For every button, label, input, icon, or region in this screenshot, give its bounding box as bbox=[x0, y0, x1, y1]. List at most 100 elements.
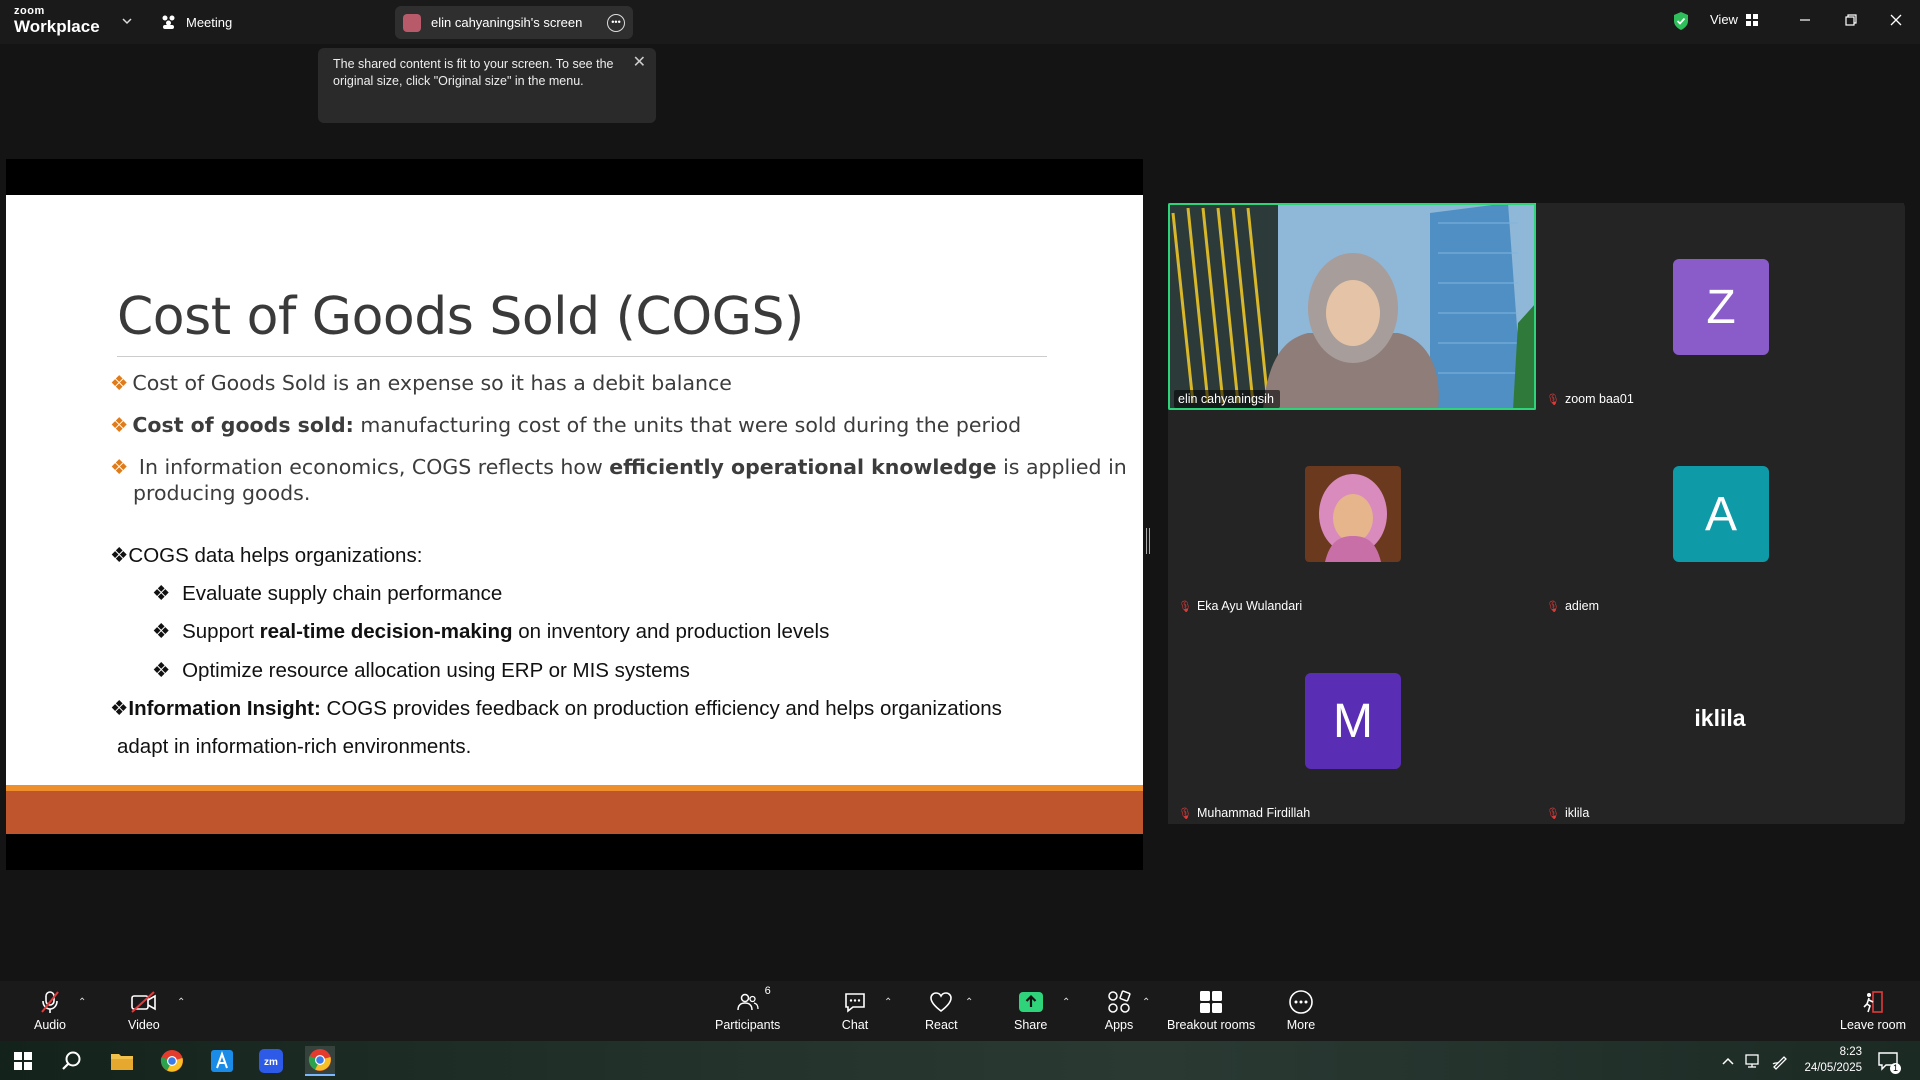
participants-button[interactable]: 6 Participants bbox=[715, 985, 780, 1032]
video-off-icon bbox=[131, 991, 156, 1013]
sub-bullet-1-text: Evaluate supply chain performance bbox=[182, 582, 503, 605]
avatar: M bbox=[1305, 673, 1401, 769]
network-icon[interactable] bbox=[1738, 1046, 1768, 1076]
sharer-avatar bbox=[403, 13, 421, 32]
chat-button[interactable]: Chat bbox=[840, 989, 870, 1032]
diamond-bullet-icon: ❖ bbox=[152, 620, 171, 643]
brand-bottom: Workplace bbox=[14, 17, 100, 36]
meeting-button[interactable]: Meeting bbox=[160, 10, 232, 34]
avatar-photo bbox=[1305, 466, 1401, 562]
bullet-3-text-a: In information economics, COGS reflects … bbox=[138, 455, 610, 479]
sub-bullet-3: ❖ Optimize resource allocation using ERP… bbox=[152, 658, 690, 684]
chrome-active-icon[interactable] bbox=[305, 1046, 335, 1076]
mic-muted-icon: 🎙︎ bbox=[1546, 807, 1560, 820]
azure-app-icon[interactable] bbox=[207, 1046, 237, 1076]
sub-bullet-2-bold: real-time decision-making bbox=[259, 620, 513, 643]
apps-label: Apps bbox=[1104, 1018, 1134, 1032]
apps-options-caret-icon[interactable]: ⌃ bbox=[1142, 997, 1150, 1008]
chat-label: Chat bbox=[841, 1018, 869, 1032]
participant-name-tag: 🎙︎ Muhammad Firdillah bbox=[1174, 804, 1316, 822]
breakout-rooms-button[interactable]: Breakout rooms bbox=[1167, 989, 1255, 1032]
bullet-2-text: manufacturing cost of the units that wer… bbox=[353, 413, 1022, 437]
restore-icon[interactable] bbox=[1841, 10, 1861, 30]
participant-tile[interactable]: 🎙︎ Eka Ayu Wulandari bbox=[1168, 410, 1536, 617]
video-options-caret-icon[interactable]: ⌃ bbox=[177, 997, 185, 1008]
mic-muted-icon bbox=[41, 991, 59, 1013]
diamond-bullet-icon: ❖ bbox=[152, 659, 171, 682]
participant-name: adiem bbox=[1564, 599, 1600, 613]
share-button[interactable]: Share bbox=[1014, 989, 1047, 1032]
share-options-caret-icon[interactable]: ⌃ bbox=[1062, 997, 1070, 1008]
windows-start-icon[interactable] bbox=[8, 1046, 38, 1076]
bullet-2: ❖ Cost of goods sold: manufacturing cost … bbox=[110, 412, 1021, 438]
participant-tile[interactable]: iklila 🎙︎ iklila bbox=[1536, 617, 1904, 824]
bullet-3-text-b: is applied in bbox=[996, 455, 1127, 479]
participant-tile[interactable]: A 🎙︎ adiem bbox=[1536, 410, 1904, 617]
view-label: View bbox=[1710, 12, 1738, 27]
diamond-bullet-icon: ❖ bbox=[110, 413, 129, 437]
bullet-5-line2: adapt in information-rich environments. bbox=[117, 735, 472, 758]
participant-tile[interactable]: Z 🎙︎ zoom baa01 bbox=[1536, 203, 1904, 410]
resize-handle[interactable] bbox=[1146, 528, 1150, 554]
sub-bullet-3-text: Optimize resource allocation using ERP o… bbox=[182, 659, 690, 682]
participants-icon bbox=[736, 993, 759, 1011]
svg-text:zm: zm bbox=[264, 1057, 278, 1068]
zoom-app-icon[interactable]: zm bbox=[256, 1046, 286, 1076]
participant-name: iklila bbox=[1564, 806, 1590, 820]
bullet-4: ❖COGS data helps organizations: bbox=[110, 543, 422, 569]
active-speaker-border bbox=[1168, 203, 1536, 410]
apps-icon bbox=[1108, 990, 1131, 1013]
sub-bullet-2: ❖ Support real-time decision-making on i… bbox=[152, 619, 829, 645]
shared-screen-pill[interactable]: elin cahyaningsih's screen ••• bbox=[395, 6, 633, 39]
title-rule bbox=[117, 356, 1047, 357]
participant-tile[interactable]: M 🎙︎ Muhammad Firdillah bbox=[1168, 617, 1536, 824]
diamond-bullet-icon: ❖ bbox=[110, 697, 129, 720]
audio-options-caret-icon[interactable]: ⌃ bbox=[78, 997, 86, 1008]
react-button[interactable]: React bbox=[925, 989, 958, 1032]
bullet-3-line2: producing goods. bbox=[133, 481, 311, 505]
clock-time: 8:23 bbox=[1839, 1046, 1862, 1058]
bullet-3-bold: efficiently operational knowledge bbox=[609, 455, 997, 479]
diamond-bullet-icon: ❖ bbox=[152, 582, 171, 605]
bullet-1: ❖ Cost of Goods Sold is an expense so it … bbox=[110, 370, 732, 396]
search-icon[interactable] bbox=[57, 1046, 87, 1076]
close-icon[interactable]: ✕ bbox=[633, 54, 646, 71]
system-clock[interactable]: 8:23 24/05/2025 bbox=[1790, 1044, 1862, 1076]
more-icon bbox=[1289, 990, 1313, 1014]
avatar: A bbox=[1673, 466, 1769, 562]
share-screen-icon bbox=[1018, 992, 1043, 1012]
participant-tile-video[interactable]: elin cahyaningsih bbox=[1168, 203, 1536, 410]
shared-screen-label: elin cahyaningsih's screen bbox=[431, 15, 583, 30]
sub-bullet-1: ❖ Evaluate supply chain performance bbox=[152, 581, 502, 607]
breakout-rooms-label: Breakout rooms bbox=[1167, 1018, 1256, 1032]
chevron-down-icon[interactable] bbox=[120, 14, 134, 28]
file-explorer-icon[interactable] bbox=[107, 1046, 137, 1076]
more-button[interactable]: More bbox=[1286, 989, 1316, 1032]
mic-muted-icon: 🎙︎ bbox=[1546, 393, 1560, 406]
breakout-rooms-icon bbox=[1200, 991, 1223, 1013]
chat-options-caret-icon[interactable]: ⌃ bbox=[884, 997, 892, 1008]
bullet-5: ❖Information Insight: COGS provides feed… bbox=[110, 696, 1002, 722]
close-icon[interactable] bbox=[1886, 10, 1906, 30]
minimize-icon[interactable] bbox=[1795, 10, 1815, 30]
meeting-toolbar: Audio ⌃ Video ⌃ 6 Participants Chat ⌃ Re… bbox=[0, 981, 1920, 1041]
presentation-slide: Cost of Goods Sold (COGS) ❖ Cost of Goods… bbox=[6, 195, 1143, 785]
apps-button[interactable]: Apps bbox=[1104, 989, 1134, 1032]
bullet-4-text: COGS data helps organizations: bbox=[128, 544, 423, 567]
react-options-caret-icon[interactable]: ⌃ bbox=[965, 997, 973, 1008]
more-options-icon[interactable]: ••• bbox=[607, 13, 625, 32]
participant-display-name: iklila bbox=[1694, 705, 1746, 731]
view-button[interactable]: View bbox=[1710, 12, 1758, 27]
encryption-shield-icon[interactable] bbox=[1672, 11, 1690, 31]
leave-room-button[interactable]: Leave room bbox=[1840, 989, 1906, 1032]
bullet-1-text: Cost of Goods Sold is an expense so it h… bbox=[132, 371, 732, 395]
windows-taskbar: zm 8:23 24/05/2025 1 bbox=[0, 1041, 1920, 1080]
slide-footer-band bbox=[6, 791, 1143, 834]
leave-room-label: Leave room bbox=[1840, 1018, 1907, 1032]
audio-button[interactable]: Audio bbox=[34, 989, 66, 1032]
avatar: Z bbox=[1673, 259, 1769, 355]
chrome-icon[interactable] bbox=[157, 1046, 187, 1076]
diamond-bullet-icon: ❖ bbox=[110, 544, 129, 567]
notification-icon[interactable]: 1 bbox=[1873, 1046, 1903, 1076]
video-button[interactable]: Video bbox=[128, 989, 160, 1032]
